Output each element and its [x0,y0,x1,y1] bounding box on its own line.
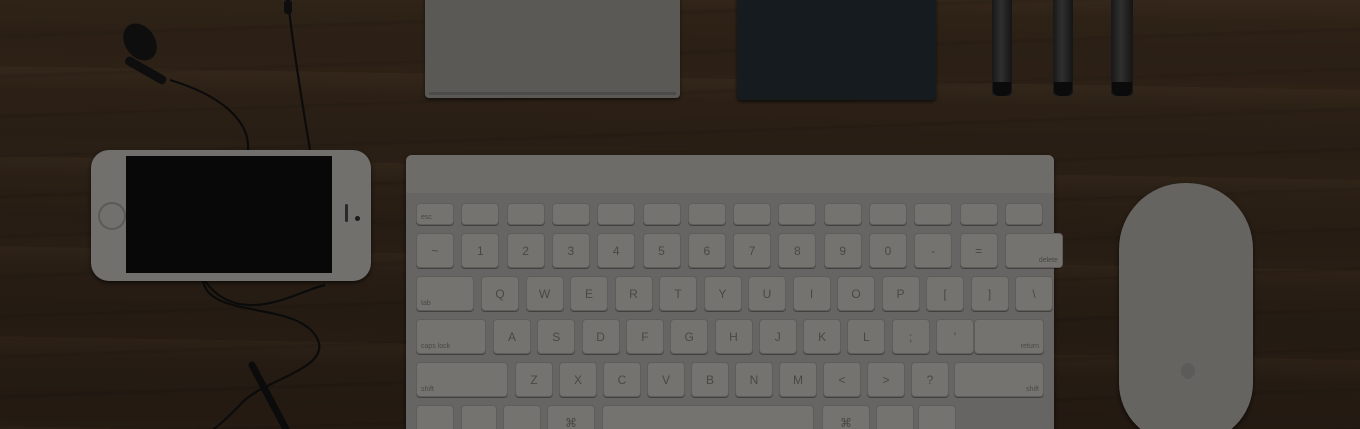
keyboard-key [918,405,956,429]
keyboard-key: ⌘ [547,405,595,429]
keyboard-key: caps lock [416,319,486,354]
keyboard-key: ; [891,319,930,354]
keyboard-key: 5 [642,233,681,268]
keyboard-key: X [559,362,597,397]
keyboard-key: M [779,362,817,397]
mouse-icon [1119,183,1253,429]
keyboard-key: G [670,319,709,354]
keyboard-key: ⌘ [822,405,870,429]
keyboard-key: ' [936,319,974,354]
keyboard-key: F [625,319,664,354]
keyboard-key: < [823,362,861,397]
phone-icon [91,150,371,281]
keyboard-key [1004,203,1043,225]
keyboard-key [602,405,814,429]
keyboard-key [733,203,772,225]
white-card [425,0,680,98]
keyboard-key [642,203,681,225]
keyboard-key: 9 [823,233,862,268]
keyboard-key [823,203,862,225]
keyboard-key [416,405,454,429]
keyboard-key: 3 [551,233,590,268]
keyboard-key: 4 [597,233,636,268]
keyboard-key: 7 [733,233,772,268]
keyboard-key: P [881,276,920,311]
keyboard-key: W [525,276,564,311]
keyboard-key [461,203,500,225]
keyboard-key: [ [926,276,964,311]
pen-icon [992,0,1012,96]
keyboard-key: B [691,362,729,397]
keyboard-key: Z [515,362,553,397]
keyboard-key [914,203,953,225]
keyboard-key: tab [416,276,474,311]
keyboard-key: T [659,276,697,311]
keyboard-key: I [792,276,831,311]
keyboard-key: > [867,362,905,397]
keyboard-key [778,203,817,225]
keyboard-key [876,405,914,429]
keyboard-key: 6 [687,233,726,268]
keyboard-key: S [537,319,576,354]
keyboard-key: 8 [778,233,817,268]
keyboard-key: R [614,276,653,311]
home-button [98,202,126,230]
phone-camera [355,216,360,221]
desk-photo: esc ~1 2 3 4 5 6 7 8 9 0- = delete tab Q W E R T Y U I O P[] \ ca… [0,0,1360,429]
keyboard-key: N [735,362,773,397]
keyboard-key: E [570,276,608,311]
keyboard-key: ] [970,276,1009,311]
notebook-icon [737,0,936,100]
keyboard-key: shift [416,362,508,397]
pen-icon [1053,0,1073,96]
keyboard-key: D [581,319,620,354]
keyboard-key: return [974,319,1044,354]
keyboard-key: U [748,276,786,311]
keyboard-key: Q [481,276,519,311]
phone-screen [126,156,332,273]
keyboard-key [461,405,497,429]
keyboard-key: C [603,362,641,397]
keyboard-key: delete [1004,233,1063,268]
keyboard-key: esc [416,203,454,225]
keyboard-key: ~ [416,233,454,268]
keyboard-key: J [758,319,797,354]
keyboard-key: Y [703,276,742,311]
keyboard-key [869,203,907,225]
keyboard-icon: esc ~1 2 3 4 5 6 7 8 9 0- = delete tab Q W E R T Y U I O P[] \ ca… [406,155,1063,429]
phone-speaker [345,204,348,222]
keyboard-key: \ [1015,276,1053,311]
keyboard-key: 1 [461,233,500,268]
keyboard-key [503,405,541,429]
keyboard-key: L [847,319,886,354]
keyboard-key [506,203,545,225]
keyboard-key: O [837,276,875,311]
keyboard-key: = [959,233,998,268]
keyboard-key: 0 [869,233,907,268]
keyboard-key: shift [954,362,1044,397]
keyboard-key: 2 [506,233,545,268]
keyboard-key: K [803,319,842,354]
keyboard-key: ? [911,362,949,397]
keyboard-key [551,203,590,225]
keyboard-key [959,203,998,225]
pen-icon [1111,0,1133,96]
keyboard-key [597,203,636,225]
keyboard-key: V [647,362,685,397]
keyboard-key: A [493,319,531,354]
keyboard-key [687,203,726,225]
keyboard-key: - [914,233,953,268]
keyboard-key: H [714,319,753,354]
